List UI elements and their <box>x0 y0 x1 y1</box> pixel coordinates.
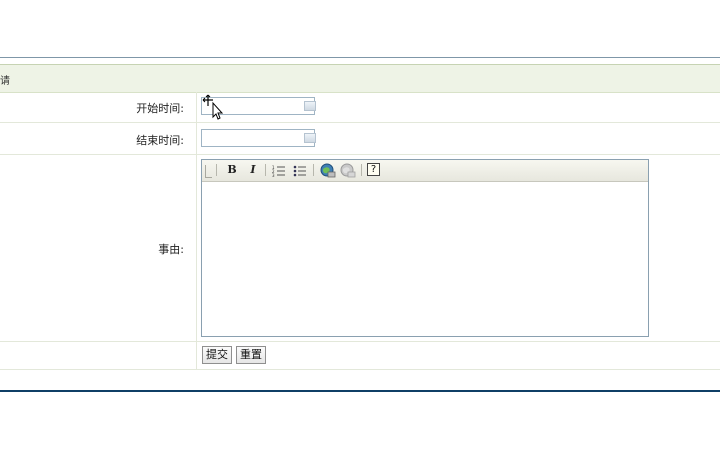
calendar-icon[interactable] <box>304 133 316 143</box>
toolbar-separator <box>216 164 217 176</box>
end-time-input[interactable] <box>201 129 315 147</box>
bottom-divider <box>0 390 720 392</box>
submit-button[interactable]: 提交 <box>202 346 232 364</box>
link-icon[interactable] <box>320 163 336 179</box>
reason-label: 事由: <box>158 243 184 256</box>
column-divider <box>196 92 197 370</box>
form-header-band <box>0 64 720 93</box>
row-separator <box>0 341 720 342</box>
svg-text:3: 3 <box>272 173 275 178</box>
toolbar-separator <box>361 164 362 176</box>
calendar-icon[interactable] <box>304 101 316 111</box>
toolbar-handle <box>205 165 212 178</box>
unlink-icon[interactable] <box>340 163 356 179</box>
toolbar-separator <box>265 164 266 176</box>
row-separator <box>0 154 720 155</box>
row-separator <box>0 122 720 123</box>
top-divider <box>0 57 720 58</box>
editor-toolbar <box>202 160 648 182</box>
form-header-title: 请 <box>0 76 10 87</box>
bold-button[interactable]: B <box>225 163 239 177</box>
ordered-list-icon[interactable]: 1 2 3 <box>272 164 286 178</box>
italic-button[interactable]: I <box>246 163 260 177</box>
toolbar-separator <box>313 164 314 176</box>
reason-editor[interactable] <box>201 159 649 337</box>
start-time-label: 开始时间: <box>136 102 184 115</box>
row-separator <box>0 369 720 370</box>
mouse-cursor-icon <box>202 94 224 120</box>
help-icon[interactable]: ? <box>367 163 380 176</box>
end-time-label: 结束时间: <box>136 134 184 147</box>
unordered-list-icon[interactable] <box>293 164 307 178</box>
reset-button[interactable]: 重置 <box>236 346 266 364</box>
